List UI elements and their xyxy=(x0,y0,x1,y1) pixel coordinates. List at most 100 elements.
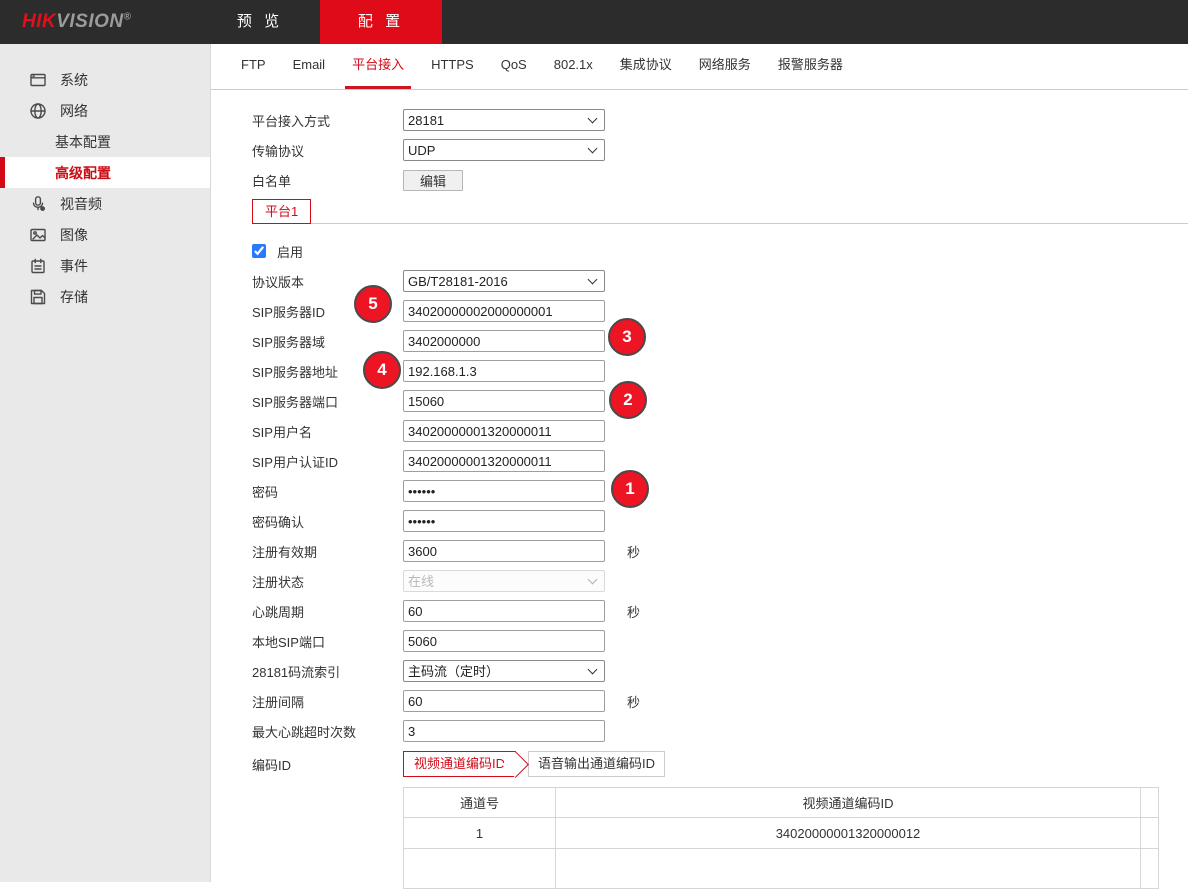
callout-badge-5: 5 xyxy=(354,285,392,323)
video-channel-id-header: 视频通道编码ID xyxy=(556,788,1141,818)
local-sip-port-input[interactable] xyxy=(403,630,605,652)
form-row-reg-interval: 注册间隔 秒 xyxy=(252,690,1188,712)
form-row-sip-port: SIP服务器端口 xyxy=(252,390,1188,412)
stream-index-select[interactable]: 主码流（定时） xyxy=(403,660,605,682)
max-heartbeat-timeout-label: 最大心跳超时次数 xyxy=(252,722,403,741)
logo-vision: VISION xyxy=(56,11,123,32)
tab-https[interactable]: HTTPS xyxy=(424,43,481,89)
tab-video-channel-encoding-id[interactable]: 视频通道编码ID xyxy=(403,751,516,777)
form-row-password-confirm: 密码确认 xyxy=(252,510,1188,532)
sip-server-id-input[interactable] xyxy=(403,300,605,322)
sidebar-item-event[interactable]: 事件 xyxy=(0,250,210,281)
tab-email[interactable]: Email xyxy=(286,43,333,89)
sidebar-item-image[interactable]: 图像 xyxy=(0,219,210,250)
encoding-id-table: 通道号 视频通道编码ID 1 34020000001320000012 xyxy=(403,787,1159,889)
tab-integration-protocol[interactable]: 集成协议 xyxy=(613,43,679,89)
tab-qos[interactable]: QoS xyxy=(494,43,534,89)
form-row-transport: 传输协议 UDP xyxy=(252,139,1188,161)
network-globe-icon xyxy=(28,101,48,121)
form-row-whitelist: 白名单 编辑 xyxy=(252,169,1188,191)
callout-badge-4: 4 xyxy=(363,351,401,389)
sip-port-label: SIP服务器端口 xyxy=(252,392,403,411)
reg-interval-input[interactable] xyxy=(403,690,605,712)
sip-user-input[interactable] xyxy=(403,420,605,442)
sidebar-item-system[interactable]: 系统 xyxy=(0,64,210,95)
platform-tab-divider xyxy=(311,223,1188,224)
form-row-sip-domain: SIP服务器域 xyxy=(252,330,1188,352)
transport-label: 传输协议 xyxy=(252,141,403,160)
platform-tab-row: 平台1 xyxy=(252,199,1188,224)
form-row-local-sip-port: 本地SIP端口 xyxy=(252,630,1188,652)
form-row-sip-auth-id: SIP用户认证ID xyxy=(252,450,1188,472)
reg-status-label: 注册状态 xyxy=(252,572,403,591)
form-row-heartbeat: 心跳周期 秒 xyxy=(252,600,1188,622)
nav-tab-configuration[interactable]: 配 置 xyxy=(320,0,442,44)
enable-label: 启用 xyxy=(277,242,303,261)
platform1-tab[interactable]: 平台1 xyxy=(252,199,311,224)
sip-address-input[interactable] xyxy=(403,360,605,382)
local-sip-port-label: 本地SIP端口 xyxy=(252,632,403,651)
sip-domain-input[interactable] xyxy=(403,330,605,352)
sip-auth-id-label: SIP用户认证ID xyxy=(252,452,403,471)
tab-ftp[interactable]: FTP xyxy=(234,43,273,89)
table-header-row: 通道号 视频通道编码ID xyxy=(404,788,1159,818)
seconds-unit-label: 秒 xyxy=(627,602,640,621)
whitelist-edit-button[interactable]: 编辑 xyxy=(403,170,463,191)
heartbeat-input[interactable] xyxy=(403,600,605,622)
sidebar-item-label: 高级配置 xyxy=(55,163,111,183)
sip-port-input[interactable] xyxy=(403,390,605,412)
reg-validity-label: 注册有效期 xyxy=(252,542,403,561)
sip-domain-label: SIP服务器域 xyxy=(252,332,403,351)
sidebar-item-label: 事件 xyxy=(60,256,88,276)
sidebar-item-label: 存储 xyxy=(60,287,88,307)
max-heartbeat-timeout-input[interactable] xyxy=(403,720,605,742)
table-spacer-cell xyxy=(1141,818,1159,849)
sidebar-item-network[interactable]: 网络 xyxy=(0,95,210,126)
nav-tab-preview[interactable]: 预 览 xyxy=(218,0,302,44)
reg-validity-input[interactable] xyxy=(403,540,605,562)
sidebar-item-label: 基本配置 xyxy=(55,132,111,152)
form-row-password: 密码 xyxy=(252,480,1188,502)
table-spacer-cell xyxy=(1141,849,1159,889)
logo-registered-mark: ® xyxy=(124,12,132,23)
access-mode-select[interactable]: 28181 xyxy=(403,109,605,131)
sip-user-label: SIP用户名 xyxy=(252,422,403,441)
tab-network-service[interactable]: 网络服务 xyxy=(692,43,758,89)
channel-number-cell xyxy=(404,849,556,889)
transport-select[interactable]: UDP xyxy=(403,139,605,161)
encoding-id-label: 编码ID xyxy=(252,755,403,774)
tab-alarm-server[interactable]: 报警服务器 xyxy=(771,43,850,89)
sidebar-item-basic-config[interactable]: 基本配置 xyxy=(0,126,210,157)
form-row-reg-validity: 注册有效期 秒 xyxy=(252,540,1188,562)
seconds-unit-label: 秒 xyxy=(627,542,640,561)
reg-status-select: 在线 xyxy=(403,570,605,592)
sip-auth-id-input[interactable] xyxy=(403,450,605,472)
image-icon xyxy=(28,225,48,245)
table-row[interactable] xyxy=(404,849,1159,889)
sidebar-item-label: 图像 xyxy=(60,225,88,245)
protocol-version-select[interactable]: GB/T28181-2016 xyxy=(403,270,605,292)
tab-802-1x[interactable]: 802.1x xyxy=(547,43,600,89)
tab-audio-output-channel-encoding-id[interactable]: 语音输出通道编码ID xyxy=(528,751,665,777)
enable-checkbox[interactable] xyxy=(252,244,266,258)
table-row[interactable]: 1 34020000001320000012 xyxy=(404,818,1159,849)
password-label: 密码 xyxy=(252,482,403,501)
form-row-sip-server-id: SIP服务器ID xyxy=(252,300,1188,322)
tab-platform-access[interactable]: 平台接入 xyxy=(345,43,411,89)
heartbeat-label: 心跳周期 xyxy=(252,602,403,621)
channel-number-cell: 1 xyxy=(404,818,556,849)
form-row-protocol-version: 协议版本 GB/T28181-2016 xyxy=(252,270,1188,292)
settings-tab-bar: FTP Email 平台接入 HTTPS QoS 802.1x 集成协议 网络服… xyxy=(211,44,1188,90)
sidebar-item-video-audio[interactable]: 视音频 xyxy=(0,188,210,219)
form-row-access-mode: 平台接入方式 28181 xyxy=(252,109,1188,131)
password-confirm-input[interactable] xyxy=(403,510,605,532)
password-input[interactable] xyxy=(403,480,605,502)
reg-interval-label: 注册间隔 xyxy=(252,692,403,711)
password-confirm-label: 密码确认 xyxy=(252,512,403,531)
sidebar-item-advanced-config[interactable]: 高级配置 xyxy=(0,157,210,188)
access-mode-label: 平台接入方式 xyxy=(252,111,403,130)
sidebar-item-label: 系统 xyxy=(60,70,88,90)
sidebar-item-storage[interactable]: 存储 xyxy=(0,281,210,312)
sidebar-item-label: 网络 xyxy=(60,101,88,121)
logo-hik: HIK xyxy=(22,11,56,32)
